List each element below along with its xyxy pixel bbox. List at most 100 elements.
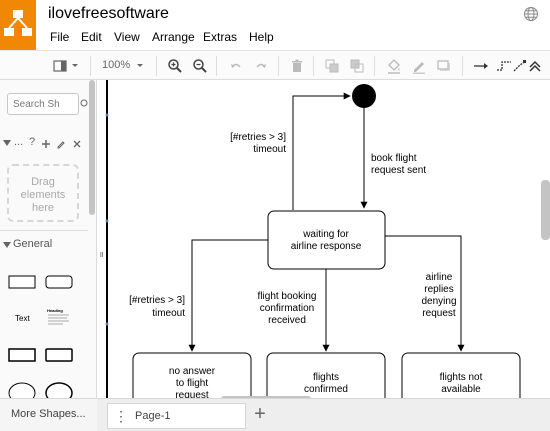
initial-state-node[interactable] <box>352 84 376 108</box>
edge-label: airline <box>426 272 453 283</box>
node-label: no answer <box>169 366 216 377</box>
to-front-icon <box>325 59 339 73</box>
page-tab[interactable]: ⋮ Page-1 <box>107 403 246 429</box>
bottom-bar: More Shapes... ⋮ Page-1 + <box>0 398 550 431</box>
shadow-icon <box>437 60 450 71</box>
redo-button[interactable] <box>253 58 269 74</box>
rectangle-shape[interactable] <box>8 274 36 290</box>
node-label: request <box>175 390 209 398</box>
pencil-icon <box>413 62 425 74</box>
drop-hint-line: here <box>31 202 55 214</box>
scratchpad-header[interactable]: ... ? <box>0 136 88 154</box>
line-color-button[interactable] <box>411 58 427 74</box>
add-page-button[interactable]: + <box>250 402 270 428</box>
edge-label: timeout <box>152 308 185 319</box>
search-icon[interactable] <box>80 98 88 110</box>
chevron-down-icon <box>72 64 78 67</box>
undo-icon <box>231 63 241 68</box>
zoom-dropdown[interactable] <box>135 58 145 74</box>
sidebar-divider <box>0 230 88 231</box>
waypoint-style-button[interactable] <box>496 58 512 74</box>
rounded-rectangle-shape[interactable] <box>45 274 73 290</box>
toolbar-divider <box>278 56 279 76</box>
page-tab-label: Page-1 <box>135 410 171 422</box>
menu-help[interactable]: Help <box>249 30 274 44</box>
retry-timeout-edge[interactable] <box>292 92 351 210</box>
to-back-button[interactable] <box>349 58 365 74</box>
resize-handle[interactable] <box>105 322 109 326</box>
edge-label: book flight <box>371 153 417 164</box>
more-shapes-button[interactable]: More Shapes... <box>0 399 97 431</box>
waiting-state-node[interactable] <box>267 210 386 270</box>
header: ilovefreesoftware File Edit View Arrange… <box>0 0 550 50</box>
general-section-header[interactable]: General <box>0 238 88 254</box>
edge-label: request sent <box>371 165 426 176</box>
rectangle-shape[interactable] <box>8 347 36 363</box>
drop-hint-line: elements <box>20 189 66 201</box>
scratchpad-title: ... <box>14 136 24 148</box>
resize-handle[interactable] <box>105 113 109 117</box>
toolbar: 100% <box>0 50 550 80</box>
menu-view[interactable]: View <box>114 30 140 44</box>
close-icon[interactable] <box>72 139 82 149</box>
ellipse-shape[interactable] <box>8 381 36 398</box>
zoom-in-button[interactable] <box>167 58 183 74</box>
double-ellipse-shape[interactable] <box>45 381 73 398</box>
connection-style-button[interactable] <box>473 58 489 74</box>
add-icon[interactable] <box>41 139 51 149</box>
toolbar-divider <box>374 56 375 76</box>
page-menu-icon[interactable]: ⋮ <box>114 408 128 425</box>
delete-button[interactable] <box>289 58 305 74</box>
arrow-right-icon <box>474 63 488 69</box>
text-shape[interactable]: Text <box>15 314 30 323</box>
node-label: waiting for <box>302 229 349 240</box>
chevron-down-icon <box>3 242 11 248</box>
zoom-out-button[interactable] <box>192 58 208 74</box>
connector-icon <box>513 60 527 72</box>
rectangle-shape[interactable] <box>45 347 73 363</box>
shadow-button[interactable] <box>436 58 452 74</box>
toolbar-divider <box>90 56 91 76</box>
collapse-toolbar-button[interactable] <box>527 58 543 74</box>
to-front-button[interactable] <box>324 58 340 74</box>
textbox-shape[interactable]: Heading <box>47 308 71 328</box>
waypoints-icon <box>497 61 511 71</box>
undo-button[interactable] <box>228 58 244 74</box>
fill-color-button[interactable] <box>386 58 402 74</box>
trash-icon <box>292 59 302 72</box>
edit-icon[interactable] <box>56 139 66 149</box>
edge-label: confirmation <box>260 303 314 314</box>
panel-dropdown[interactable] <box>70 58 80 74</box>
node-label: flights not <box>440 372 483 383</box>
toolbar-divider <box>462 56 463 76</box>
diagram-canvas[interactable]: ॥ [#retries > 3] timeout book flight req… <box>97 80 542 398</box>
toolbar-divider <box>216 56 217 76</box>
sidebar-scrollbar[interactable] <box>89 80 95 215</box>
scratchpad-drop-area[interactable]: Drag elements here <box>7 164 79 222</box>
edge-label: [#retries > 3] <box>129 295 185 306</box>
node-label: confirmed <box>304 384 348 395</box>
app-title[interactable]: ilovefreesoftware <box>48 5 169 23</box>
resize-handle[interactable] <box>105 219 109 223</box>
edge-label: denying <box>421 296 456 307</box>
splitter-grip[interactable]: ॥ <box>99 250 104 259</box>
chevron-down-icon <box>137 64 143 67</box>
menu-extras[interactable]: Extras <box>203 30 237 44</box>
edge-label: flight booking <box>258 291 317 302</box>
menu-arrange[interactable]: Arrange <box>152 30 195 44</box>
diagram-logo-icon <box>4 10 32 36</box>
zoom-in-icon <box>168 59 182 73</box>
format-panel-toggle[interactable] <box>52 58 68 74</box>
menu-edit[interactable]: Edit <box>81 30 102 44</box>
paint-bucket-icon <box>388 59 400 74</box>
canvas-vertical-scrollbar[interactable] <box>541 180 550 240</box>
menu-file[interactable]: File <box>50 30 69 44</box>
globe-icon[interactable] <box>523 6 539 22</box>
zoom-level[interactable]: 100% <box>102 59 130 71</box>
help-icon[interactable]: ? <box>29 136 35 148</box>
connector-style-button[interactable] <box>512 58 528 74</box>
chevron-double-up-icon <box>529 60 541 72</box>
to-back-icon <box>350 59 364 73</box>
search-shapes-input[interactable]: Search Sh <box>7 93 79 115</box>
node-label: airline response <box>291 241 362 252</box>
